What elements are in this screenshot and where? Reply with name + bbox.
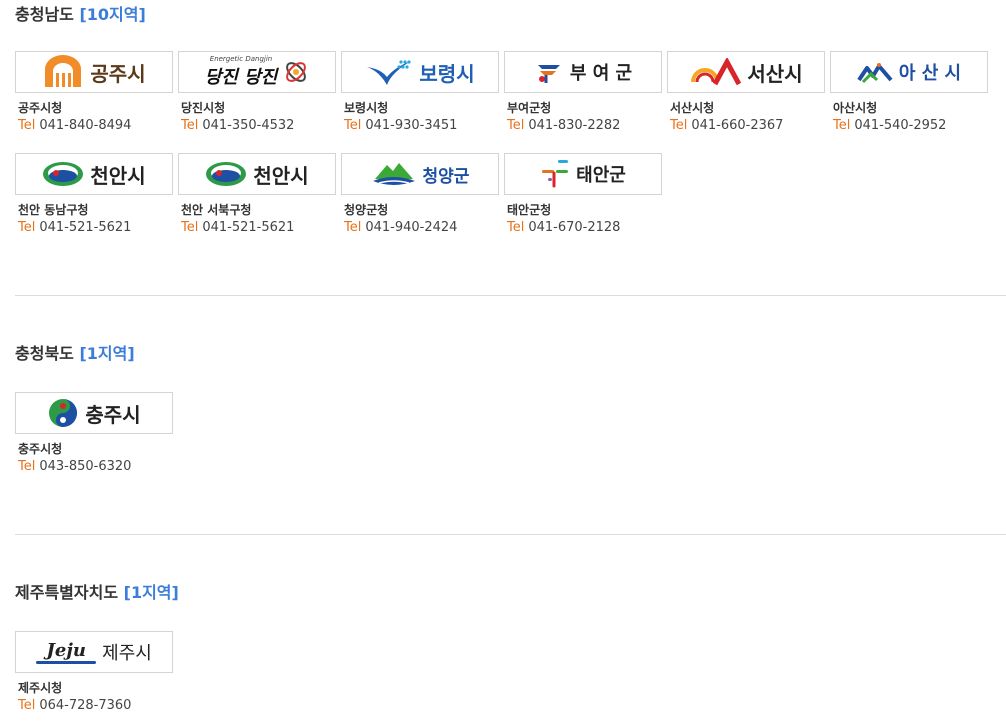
list-item: 아 산 시 아산시청 Tel 041-540-2952 — [830, 51, 988, 136]
office-tel: Tel 043-850-6320 — [18, 459, 132, 474]
logo-link[interactable]: 천안시 — [15, 153, 173, 195]
emblem-icon — [43, 162, 84, 186]
divider — [15, 534, 1006, 535]
region-title: 충청북도 [1지역] — [15, 344, 135, 363]
hill-icon — [372, 163, 415, 185]
orbit-icon — [286, 62, 307, 82]
list-item: 청양군 청양군청 Tel 041-940-2424 — [341, 153, 499, 238]
region-count: [1지역] — [123, 583, 179, 602]
mountain-icon — [857, 63, 893, 84]
office-tel: Tel 064-728-7360 — [18, 698, 132, 713]
region-chungbuk: 충청북도 [1지역] — [15, 342, 1006, 366]
list-item: 천안시 천안 동남구청 Tel 041-521-5621 — [15, 153, 173, 238]
office-tel: Tel 041-350-4532 — [181, 118, 295, 133]
sun-icon — [691, 58, 742, 86]
logo-link[interactable]: 아 산 시 — [830, 51, 988, 93]
office-name: 충주시청 — [18, 442, 63, 456]
logo-link[interactable]: Jeju 제주시 — [15, 631, 173, 673]
logo-link[interactable]: 부 여 군 — [504, 51, 662, 93]
region-count: [10지역] — [79, 5, 146, 24]
list-item: Jeju 제주시 제주시청 Tel 064-728-7360 — [15, 631, 173, 716]
logo-link[interactable]: 태안군 — [504, 153, 662, 195]
office-name: 청양군청 — [344, 203, 389, 217]
emblem-icon — [206, 162, 247, 186]
arch-icon — [45, 55, 82, 87]
list-item: 공주시 공주시청 Tel 041-840-8494 — [15, 51, 173, 136]
office-tel: Tel 041-540-2952 — [833, 118, 947, 133]
logo-link[interactable]: 천안시 — [178, 153, 336, 195]
logo-link[interactable]: 보령시 — [341, 51, 499, 93]
office-name: 제주시청 — [18, 681, 63, 695]
office-tel: Tel 041-670-2128 — [507, 220, 621, 235]
list-item: 충주시 충주시청 Tel 043-850-6320 — [15, 392, 173, 477]
office-tel: Tel 041-660-2367 — [670, 118, 784, 133]
list-item: 서산시 서산시청 Tel 041-660-2367 — [667, 51, 825, 136]
office-name: 보령시청 — [344, 101, 389, 115]
office-name: 천안 서북구청 — [181, 203, 252, 217]
list-item: Energetic Dangjin 당진 당진 당진시청 Tel 041-350-… — [178, 51, 336, 136]
office-name: 서산시청 — [670, 101, 715, 115]
logo-link[interactable]: 청양군 — [341, 153, 499, 195]
office-tel: Tel 041-930-3451 — [344, 118, 458, 133]
office-tel: Tel 041-840-8494 — [18, 118, 132, 133]
logo-link[interactable]: 충주시 — [15, 392, 173, 434]
list-item: 부 여 군 부여군청 Tel 041-830-2282 — [504, 51, 662, 136]
region-title: 제주특별자치도 [1지역] — [15, 583, 179, 602]
list-item: 천안시 천안 서북구청 Tel 041-521-5621 — [178, 153, 336, 238]
logo-subtitle: Energetic Dangjin — [209, 55, 273, 63]
logo-link[interactable]: Energetic Dangjin 당진 당진 — [178, 51, 336, 93]
office-name: 당진시청 — [181, 101, 226, 115]
region-jeju: 제주특별자치도 [1지역] — [15, 581, 1006, 605]
dots-icon — [542, 160, 569, 188]
wave-icon — [367, 60, 412, 85]
office-name: 천안 동남구청 — [18, 203, 89, 217]
office-name: 아산시청 — [833, 101, 878, 115]
office-name: 태안군청 — [507, 203, 552, 217]
office-tel: Tel 041-521-5621 — [18, 220, 132, 235]
office-tel: Tel 041-830-2282 — [507, 118, 621, 133]
region-chungnam: 충청남도 [10지역] — [15, 3, 1006, 27]
region-count: [1지역] — [79, 344, 135, 363]
office-tel: Tel 041-940-2424 — [344, 220, 458, 235]
flower-icon — [537, 65, 560, 83]
region-title: 충청남도 [10지역] — [15, 5, 146, 24]
list-item: 보령시 보령시청 Tel 041-930-3451 — [341, 51, 499, 136]
divider — [15, 295, 1006, 296]
list-item: 태안군 태안군청 Tel 041-670-2128 — [504, 153, 662, 238]
logo-link[interactable]: 공주시 — [15, 51, 173, 93]
office-tel: Tel 041-521-5621 — [181, 220, 295, 235]
office-name: 공주시청 — [18, 101, 63, 115]
logo-link[interactable]: 서산시 — [667, 51, 825, 93]
office-name: 부여군청 — [507, 101, 552, 115]
jeju-icon: Jeju — [36, 640, 97, 664]
swirl-icon — [49, 399, 78, 427]
